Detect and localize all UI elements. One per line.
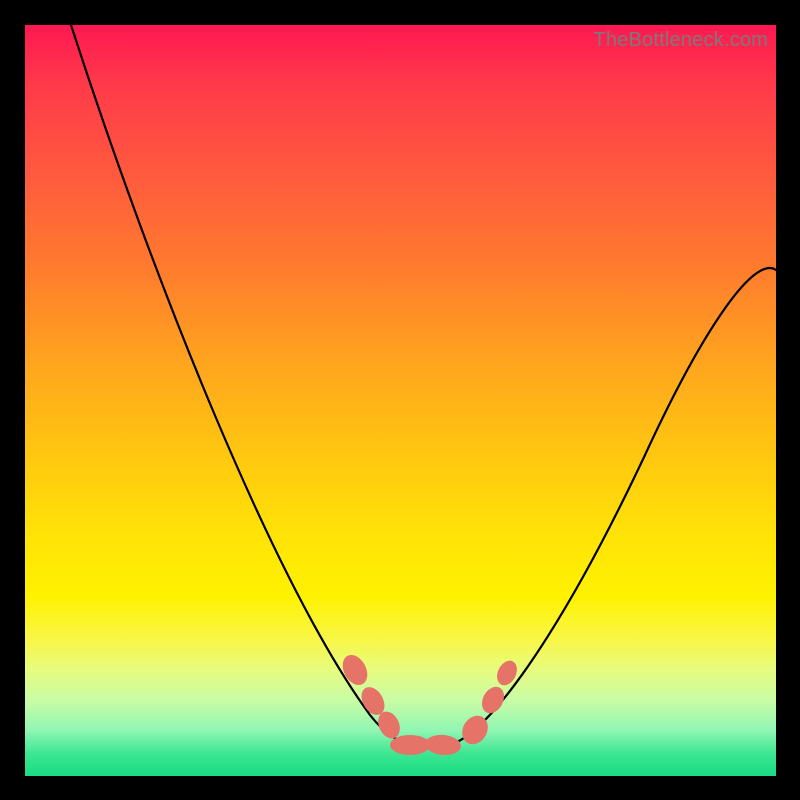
- chart-plot-area: TheBottleneck.com: [25, 25, 776, 776]
- bottleneck-curve: [71, 25, 776, 748]
- chart-frame: TheBottleneck.com: [0, 0, 800, 800]
- curve-marker-3: [390, 735, 430, 755]
- curve-marker-0: [338, 651, 372, 690]
- markers-group: [338, 651, 521, 757]
- curve-marker-4: [424, 733, 462, 756]
- chart-svg: [25, 25, 776, 776]
